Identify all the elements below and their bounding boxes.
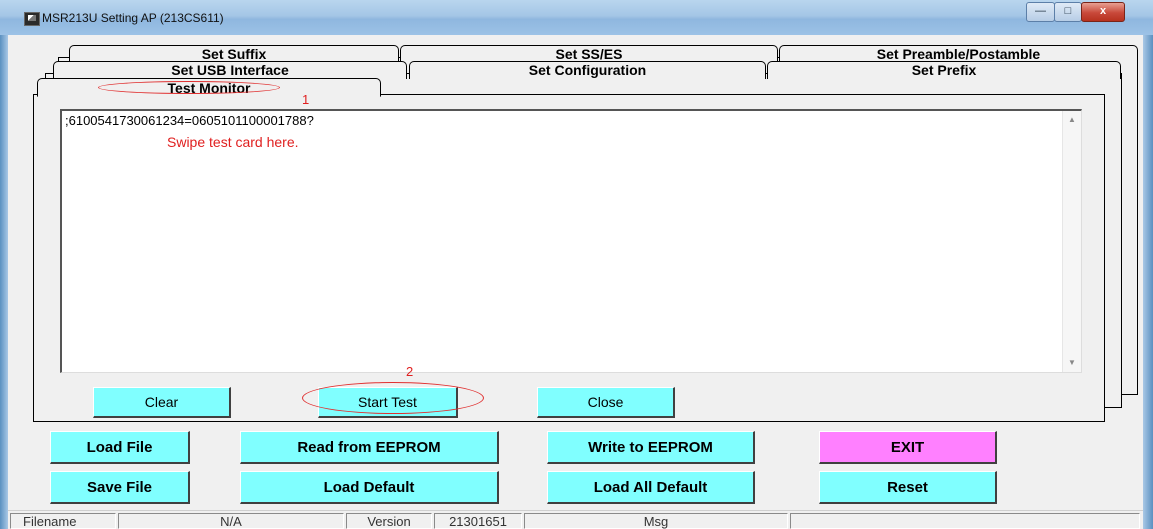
status-filename-value: N/A [118, 513, 344, 529]
reset-button[interactable]: Reset [819, 471, 997, 504]
maximize-button[interactable]: □ [1054, 2, 1082, 22]
window-frame-left [0, 35, 8, 529]
app-window: MSR213U Setting AP (213CS611) — □ x Set … [0, 0, 1153, 529]
title-bar[interactable]: MSR213U Setting AP (213CS611) — □ x [0, 0, 1153, 35]
close-window-button[interactable]: x [1081, 2, 1125, 22]
status-msg-value [790, 513, 1140, 529]
status-msg-label: Msg [524, 513, 788, 529]
annotation-number-2: 2 [406, 364, 414, 379]
scroll-down-arrow-icon[interactable]: ▼ [1063, 356, 1081, 370]
card-data-line: ;6100541730061234=0605101100001788? [65, 113, 314, 128]
window-frame-right [1143, 35, 1153, 529]
swipe-instruction-text: Swipe test card here. [167, 134, 299, 150]
tab-test-monitor[interactable]: Test Monitor [37, 78, 381, 97]
app-icon [24, 12, 40, 26]
tab-test-monitor-label: Test Monitor [167, 80, 251, 96]
close-button[interactable]: Close [537, 387, 675, 418]
status-version-value: 21301651 [434, 513, 522, 529]
status-version-label: Version [346, 513, 432, 529]
window-title: MSR213U Setting AP (213CS611) [42, 11, 224, 25]
write-to-eeprom-button[interactable]: Write to EEPROM [547, 431, 755, 464]
tab-set-prefix[interactable]: Set Prefix [767, 61, 1121, 79]
scroll-up-arrow-icon[interactable]: ▲ [1063, 113, 1081, 127]
annotation-number-1: 1 [302, 92, 310, 107]
read-from-eeprom-button[interactable]: Read from EEPROM [240, 431, 499, 464]
status-filename-label: Filename [10, 513, 116, 529]
minimize-button[interactable]: — [1026, 2, 1055, 22]
start-test-button[interactable]: Start Test [318, 387, 458, 418]
exit-button[interactable]: EXIT [819, 431, 997, 464]
load-all-default-button[interactable]: Load All Default [547, 471, 755, 504]
vertical-scrollbar[interactable]: ▲ ▼ [1062, 111, 1081, 372]
save-file-button[interactable]: Save File [50, 471, 190, 504]
status-bar: Filename N/A Version 21301651 Msg [8, 510, 1143, 529]
load-default-button[interactable]: Load Default [240, 471, 499, 504]
tab-set-configuration[interactable]: Set Configuration [409, 61, 766, 79]
monitor-output-textarea[interactable]: ;6100541730061234=0605101100001788? Swip… [60, 109, 1082, 373]
tab-set-usb-interface[interactable]: Set USB Interface [53, 61, 407, 79]
clear-button[interactable]: Clear [93, 387, 231, 418]
load-file-button[interactable]: Load File [50, 431, 190, 464]
